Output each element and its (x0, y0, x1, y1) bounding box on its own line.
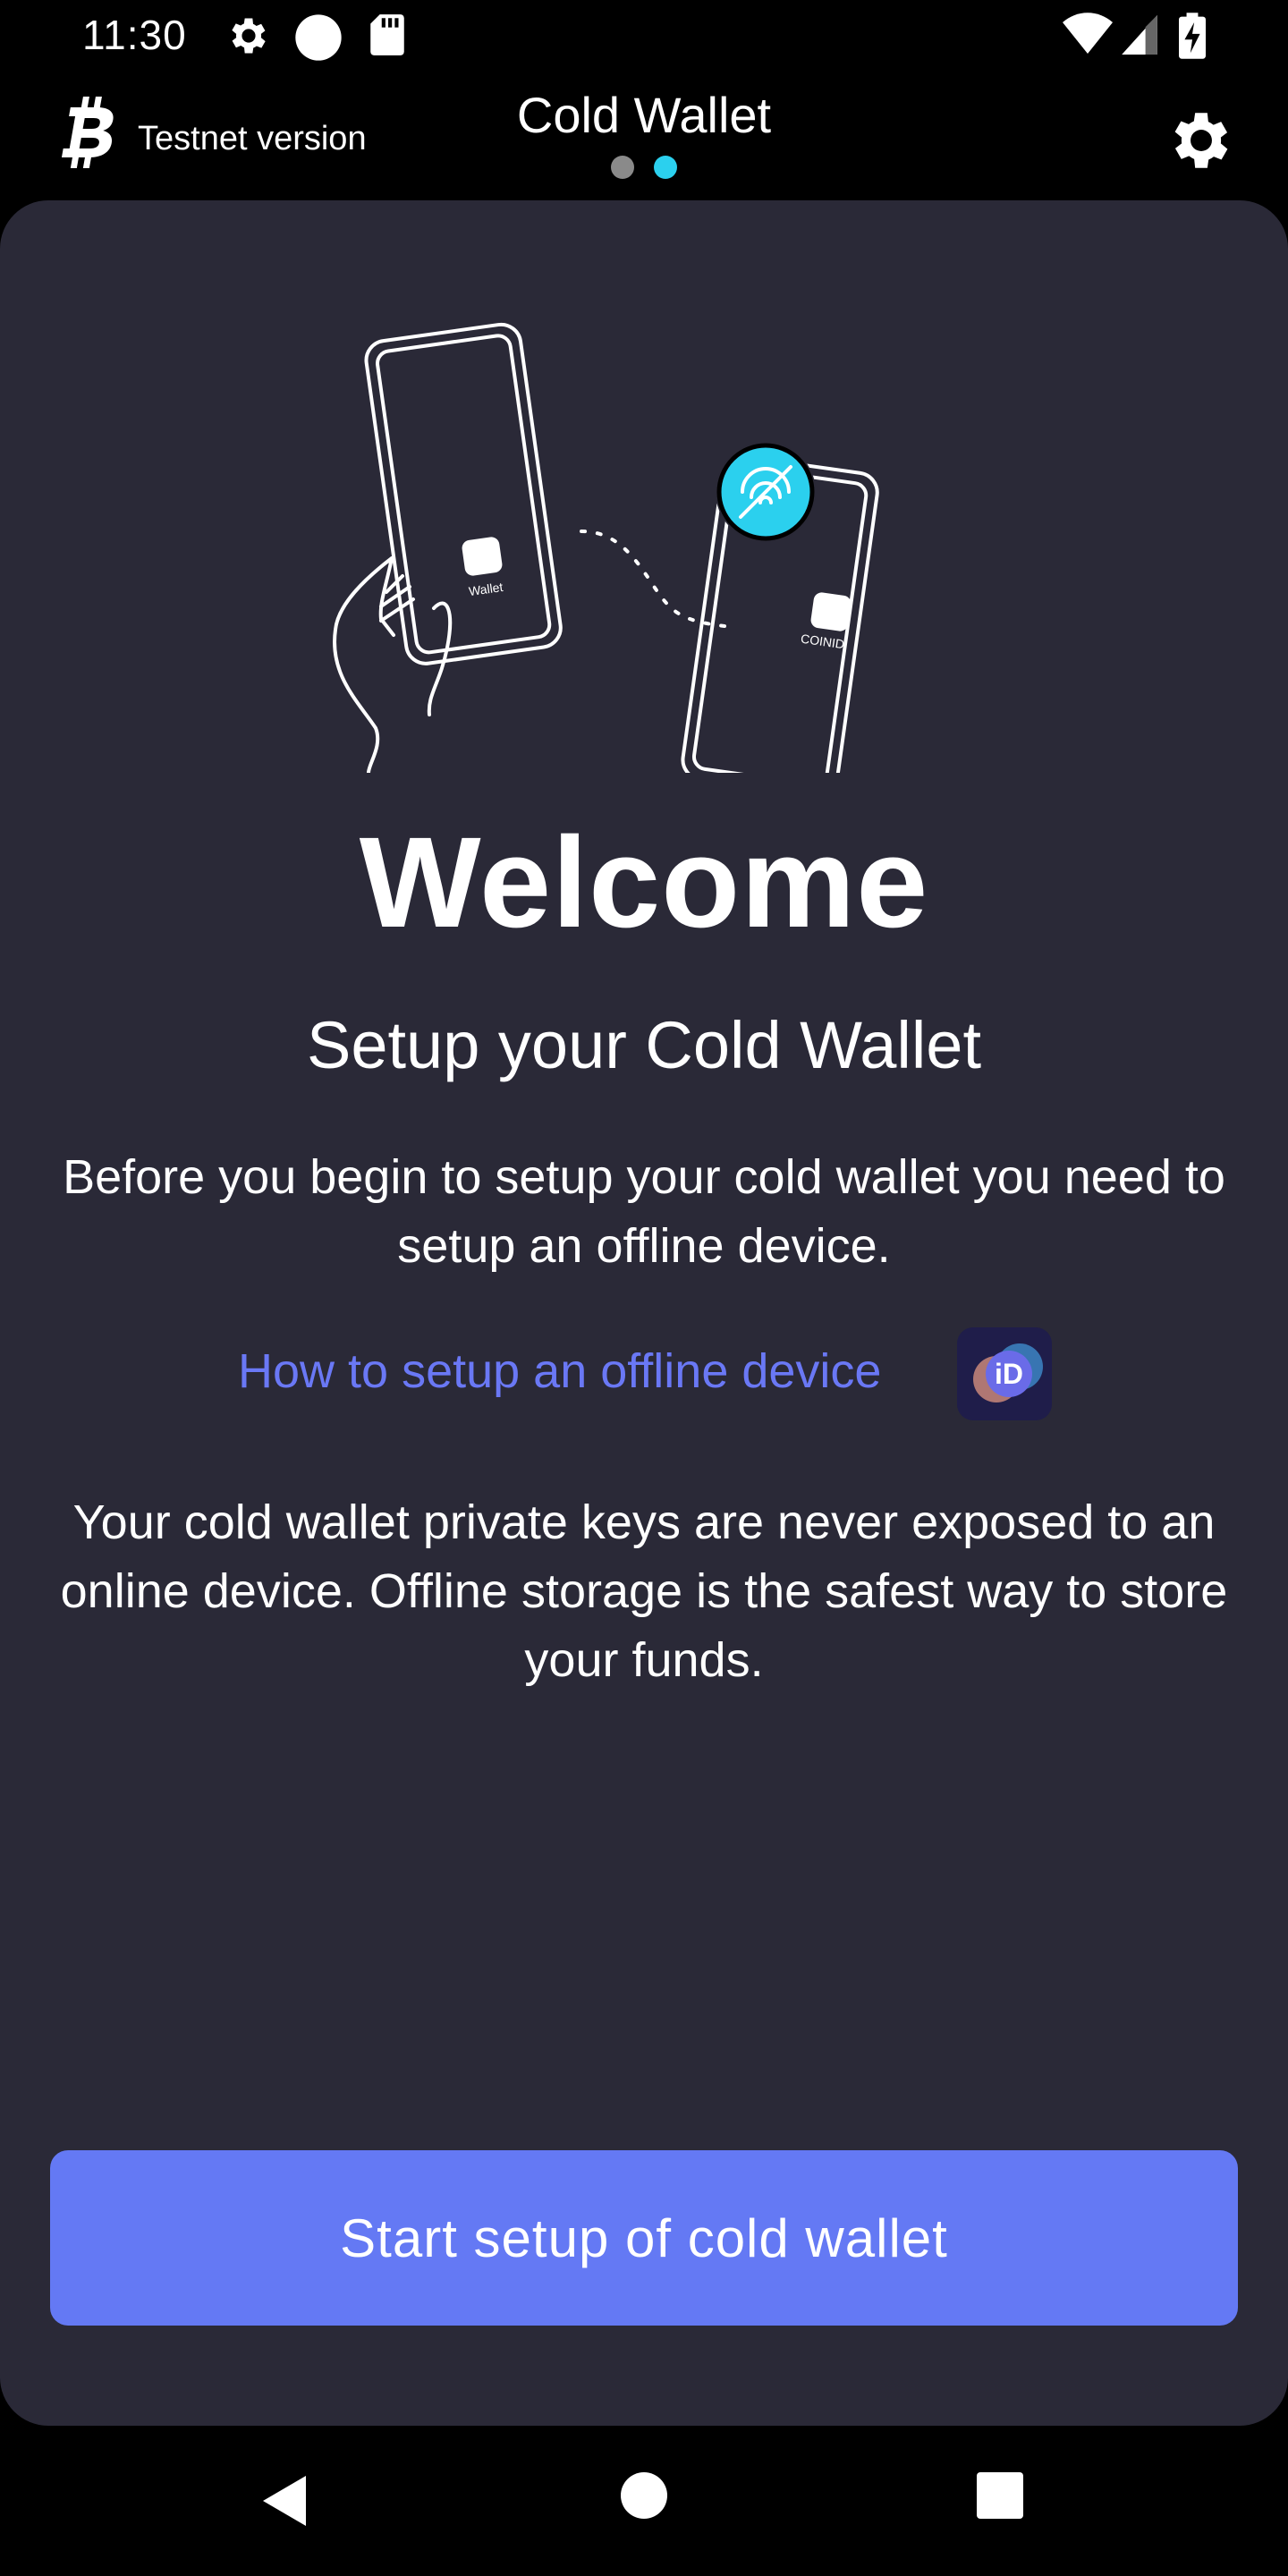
app-header: Testnet version Cold Wallet (0, 75, 1288, 200)
welcome-card: Wallet COINID Welcome Setup your Cold Wa… (0, 200, 1288, 2426)
setup-subtitle: Setup your Cold Wallet (306, 1008, 982, 1082)
back-icon[interactable] (259, 2472, 309, 2529)
status-bar: 11:30 (0, 0, 1288, 75)
battery-charging-icon (1179, 13, 1206, 59)
coinid-app-icon[interactable]: iD (957, 1327, 1052, 1420)
status-time: 11:30 (82, 12, 187, 58)
right-phone-label: COINID (800, 631, 845, 652)
security-note: Your cold wallet private keys are never … (60, 1496, 1228, 1687)
page-dot-active (654, 156, 677, 179)
circle-icon (295, 14, 342, 61)
wifi-icon (1063, 13, 1113, 54)
gear-icon (232, 18, 266, 54)
start-setup-button[interactable]: Start setup of cold wallet (50, 2150, 1238, 2326)
sd-card-icon (370, 14, 404, 55)
recents-icon[interactable] (977, 2472, 1023, 2519)
system-nav-bar (0, 2426, 1288, 2576)
offline-device-help-link[interactable]: How to setup an offline device (238, 1343, 881, 1399)
settings-button[interactable] (1165, 104, 1238, 177)
home-icon[interactable] (621, 2472, 667, 2519)
welcome-heading: Welcome (359, 810, 929, 954)
app-title: Cold Wallet (516, 87, 772, 143)
left-phone-label: Wallet (468, 580, 504, 598)
intro-text: Before you begin to setup your cold wall… (63, 1150, 1225, 1273)
page-indicator (0, 156, 1288, 179)
coinid-badge-text: iD (995, 1358, 1023, 1390)
phones-illustration: Wallet COINID (333, 322, 879, 773)
signal-icon (1122, 15, 1157, 55)
page-dot (611, 156, 634, 179)
